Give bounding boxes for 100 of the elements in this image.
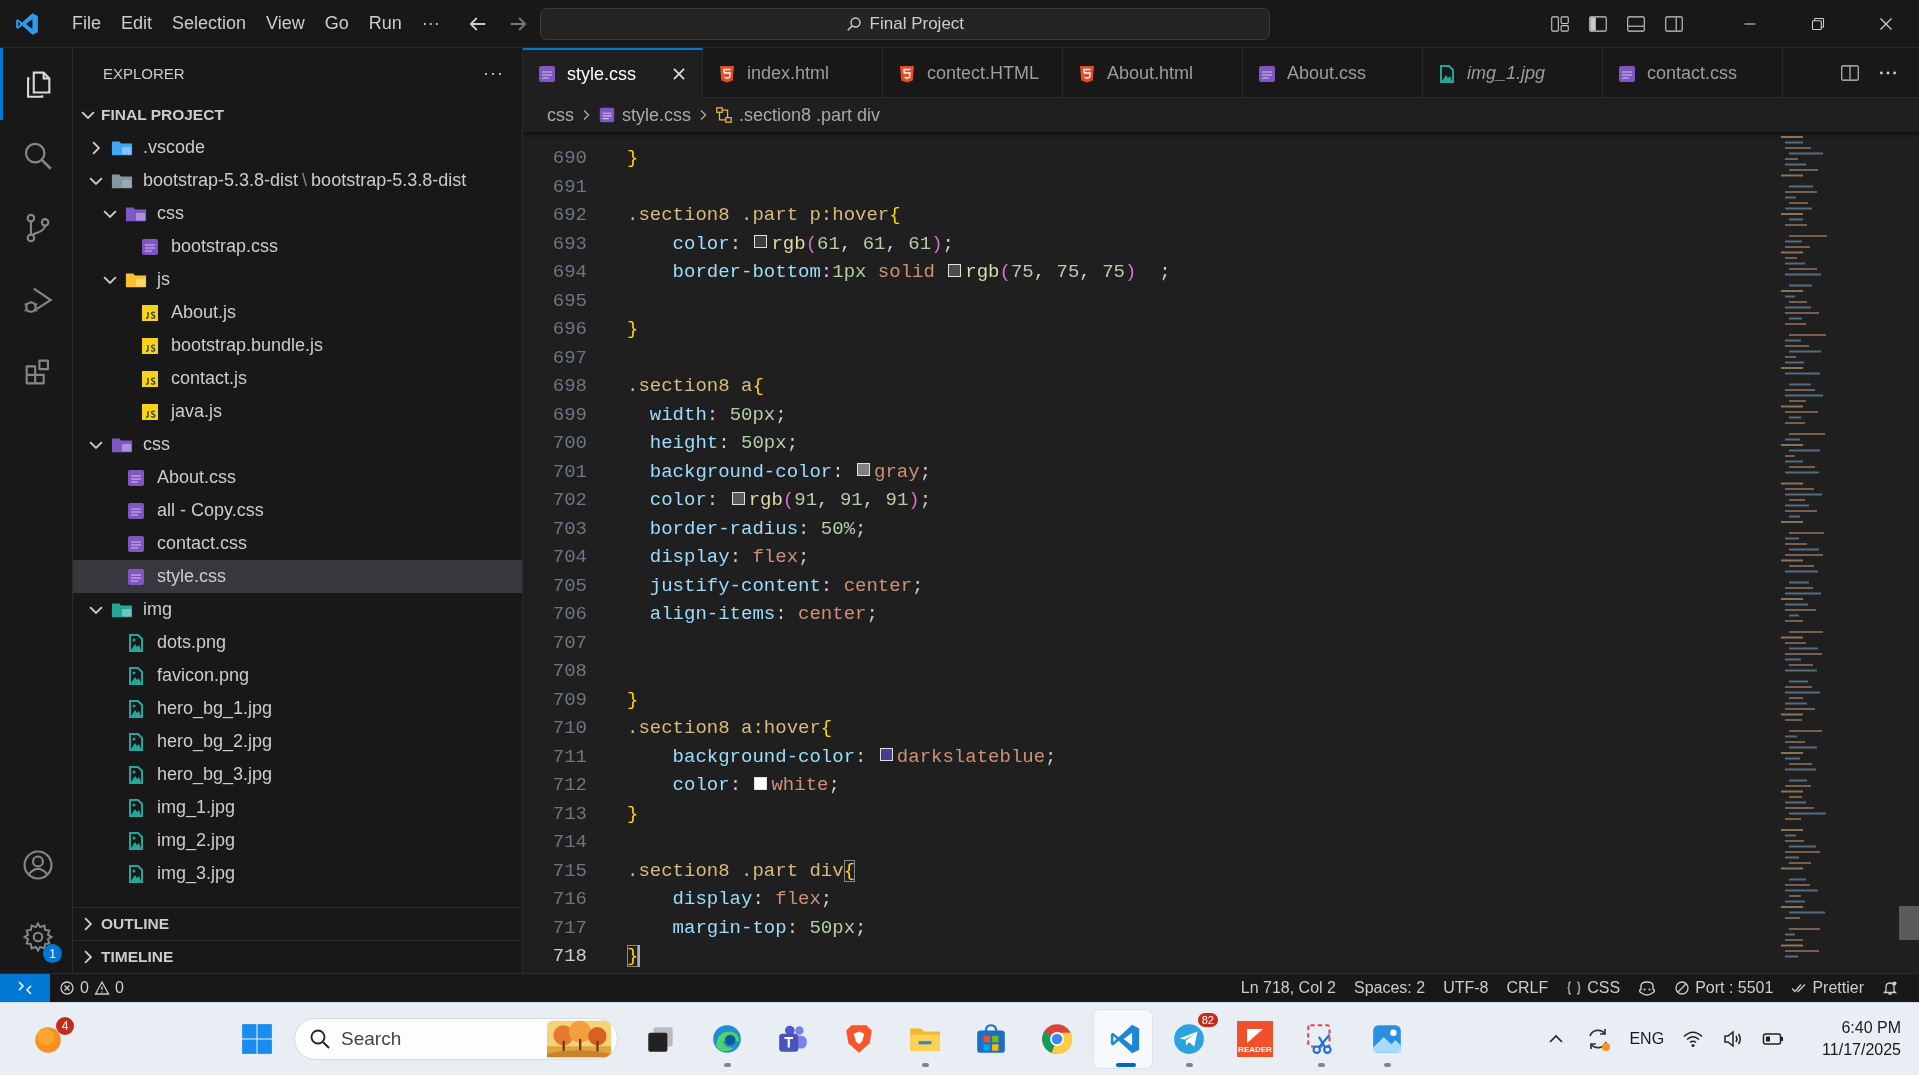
taskbar-app[interactable]: 82: [1160, 1010, 1218, 1068]
menu-item[interactable]: File: [62, 9, 111, 38]
file-name: img: [143, 599, 172, 620]
line-number: 714: [551, 831, 587, 854]
file-name: img_3.jpg: [157, 863, 236, 884]
breadcrumb[interactable]: css: [547, 104, 574, 126]
chevron-icon: [103, 209, 117, 218]
tree-item[interactable]: .vscode: [73, 131, 522, 164]
line-number: 707: [551, 631, 587, 654]
editor-tab[interactable]: style.css: [523, 48, 703, 98]
tree-item[interactable]: css: [73, 428, 522, 461]
tree-item[interactable]: style.css: [73, 560, 522, 593]
prettier-status[interactable]: Prettier: [1782, 979, 1873, 997]
braces-icon: [1566, 980, 1583, 996]
tree-item[interactable]: bootstrap.bundle.js: [73, 329, 522, 362]
code-line: }: [626, 802, 639, 825]
color-swatch[interactable]: [879, 748, 893, 762]
tree-item[interactable]: bootstrap.css: [73, 230, 522, 263]
notification-badge: 4: [56, 1017, 74, 1035]
more-actions-button[interactable]: ···: [483, 62, 504, 84]
status-item[interactable]: Spaces: 2: [1344, 979, 1435, 997]
tree-item[interactable]: hero_bg_1.jpg: [73, 692, 522, 725]
file-name: bootstrap.css: [171, 236, 279, 257]
tree-item[interactable]: contact.css: [73, 527, 522, 560]
search-field[interactable]: Search: [294, 1018, 618, 1060]
language-mode[interactable]: CSS: [1557, 979, 1630, 997]
settings-button[interactable]: 1: [0, 901, 72, 973]
warning-icon: [93, 980, 110, 996]
language-indicator[interactable]: ENG: [1629, 1030, 1665, 1048]
editor-tab[interactable]: contect.HTML: [883, 48, 1063, 97]
code-line: background-color: gray;: [648, 460, 932, 483]
close-icon[interactable]: [670, 65, 688, 83]
breadcrumb[interactable]: .section8 .part div: [715, 104, 881, 126]
color-swatch[interactable]: [948, 263, 962, 277]
problems-button[interactable]: 0 0: [50, 979, 133, 997]
clock[interactable]: 6:40 PM 11/17/2025: [1822, 1017, 1901, 1061]
file-name: css: [157, 203, 184, 224]
tree-item[interactable]: js: [73, 263, 522, 296]
section-header[interactable]: FINAL PROJECT: [73, 98, 522, 131]
scrollbar-thumb[interactable]: [1899, 906, 1919, 940]
line-number: 695: [551, 289, 587, 312]
file-name: favicon.png: [157, 665, 250, 686]
editor-tab[interactable]: About.css: [1243, 48, 1423, 97]
menu-item[interactable]: View: [256, 9, 315, 38]
tree-item[interactable]: img_3.jpg: [73, 857, 522, 890]
code-line: margin-top: 50px;: [671, 916, 867, 939]
command-center[interactable]: Final Project: [539, 7, 1270, 40]
more-menu[interactable]: ···: [411, 9, 450, 38]
color-swatch[interactable]: [731, 491, 745, 505]
color-swatch[interactable]: [754, 235, 768, 249]
section-header[interactable]: OUTLINE: [73, 907, 522, 940]
wifi-icon[interactable]: [1682, 1028, 1705, 1050]
status-item[interactable]: Ln 718, Col 2: [1231, 979, 1345, 997]
file-name: img_1.jpg: [157, 797, 236, 818]
tree-item[interactable]: dots.png: [73, 626, 522, 659]
editor-tab[interactable]: contact.css: [1603, 48, 1783, 97]
tree-item[interactable]: bootstrap-5.3.8-dist \ bootstrap-5.3.8-dist: [73, 164, 522, 197]
color-swatch[interactable]: [754, 776, 768, 790]
line-number: 704: [551, 546, 587, 569]
tree-item[interactable]: About.js: [73, 296, 522, 329]
editor-tab[interactable]: About.html: [1063, 48, 1243, 97]
tree-item[interactable]: java.js: [73, 395, 522, 428]
line-number: 696: [551, 318, 587, 341]
tree-item[interactable]: all - Copy.css: [73, 494, 522, 527]
code-line: border-bottom:1px solid rgb(75, 75, 75) ;: [671, 261, 1171, 284]
status-item[interactable]: CRLF: [1497, 979, 1558, 997]
tree-item[interactable]: favicon.png: [73, 659, 522, 692]
tree-item[interactable]: About.css: [73, 461, 522, 494]
notification-badge: 1: [43, 944, 62, 963]
menu-item[interactable]: Selection: [162, 9, 257, 38]
circle-slash-icon: [1674, 980, 1691, 996]
menu-item[interactable]: Go: [314, 9, 359, 38]
html-file-icon: [717, 63, 737, 84]
running-indicator: [1116, 1063, 1136, 1067]
html-file-icon: [897, 63, 917, 84]
editor-tab[interactable]: index.html: [703, 48, 883, 97]
menu-item[interactable]: Run: [358, 9, 412, 38]
file-name: contact.css: [157, 533, 248, 554]
status-item[interactable]: UTF-8: [1434, 979, 1498, 997]
file-name: About.js: [171, 302, 237, 323]
tree-item[interactable]: contact.js: [73, 362, 522, 395]
color-swatch[interactable]: [857, 463, 871, 477]
tree-item[interactable]: img_2.jpg: [73, 824, 522, 857]
tree-item[interactable]: img: [73, 593, 522, 626]
tree-item[interactable]: css: [73, 197, 522, 230]
tree-item[interactable]: img_1.jpg: [73, 791, 522, 824]
taskbar-app[interactable]: READER: [1226, 1010, 1284, 1068]
chevron-icon: [84, 950, 92, 964]
line-number: 698: [551, 375, 587, 398]
live-server-port[interactable]: Port : 5501: [1665, 979, 1783, 997]
file-name: dots.png: [157, 632, 227, 653]
breadcrumb[interactable]: style.css: [598, 104, 691, 126]
editor-tab[interactable]: img_1.jpg: [1423, 48, 1603, 97]
tree-item[interactable]: hero_bg_3.jpg: [73, 758, 522, 791]
js-file-icon: [139, 368, 161, 389]
line-number: 712: [551, 774, 587, 797]
css-file-icon: [139, 236, 161, 257]
menu-item[interactable]: Edit: [111, 9, 163, 38]
file-name: .vscode: [143, 137, 206, 158]
tree-item[interactable]: hero_bg_2.jpg: [73, 725, 522, 758]
